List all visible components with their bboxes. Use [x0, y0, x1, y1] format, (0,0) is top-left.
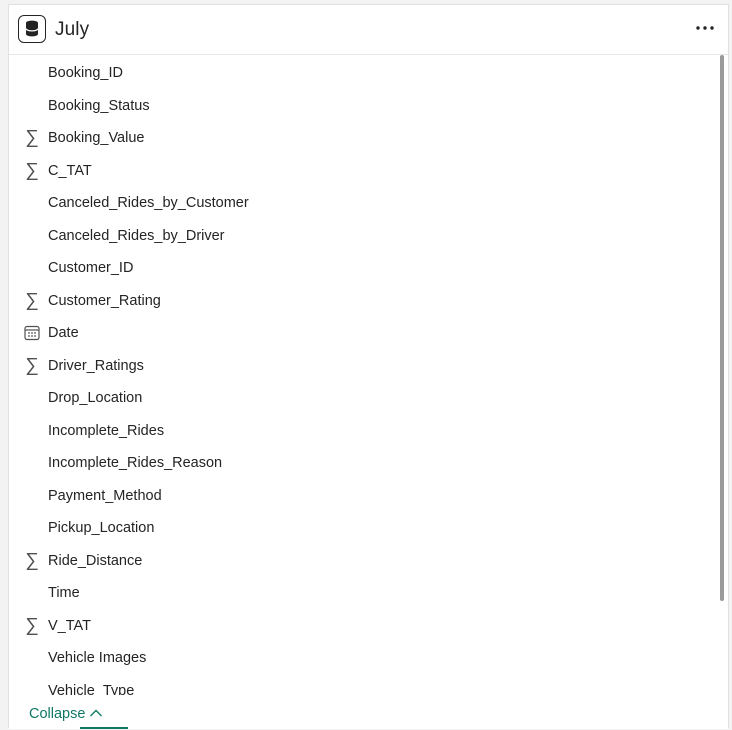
database-table-icon — [18, 15, 46, 43]
field-name: Booking_Status — [48, 97, 150, 114]
field-item[interactable]: Incomplete_Rides — [9, 415, 709, 447]
field-item[interactable]: ∑ Booking_Value — [9, 122, 709, 154]
collapse-focus-underline — [80, 727, 128, 729]
field-name: Drop_Location — [48, 390, 143, 406]
field-name: Incomplete_Rides — [48, 422, 165, 439]
field-name: Booking_Value — [48, 130, 145, 146]
field-icon-placeholder — [23, 519, 41, 537]
field-item[interactable]: ∑ C_TAT — [9, 155, 709, 187]
field-item[interactable]: Vehicle_Type — [9, 675, 709, 696]
field-name: Pickup_Location — [48, 520, 155, 536]
field-item[interactable]: Drop_Location — [9, 382, 709, 414]
field-item[interactable]: Booking_ID — [9, 57, 709, 89]
field-item[interactable]: Canceled_Rides_by_Driver — [9, 220, 709, 252]
field-name: Vehicle_Type — [48, 682, 135, 696]
field-item[interactable]: ∑ Ride_Distance — [9, 545, 709, 577]
scrollbar-thumb[interactable] — [720, 55, 724, 601]
field-item[interactable]: ∑ Driver_Ratings — [9, 350, 709, 382]
field-item[interactable]: Date — [9, 317, 709, 349]
field-name: C_TAT — [48, 162, 92, 179]
field-item[interactable]: Time — [9, 577, 709, 609]
field-item[interactable]: Payment_Method — [9, 480, 709, 512]
scrollbar[interactable] — [719, 55, 725, 695]
field-name: Time — [48, 585, 80, 601]
field-item[interactable]: ∑ V_TAT — [9, 610, 709, 642]
field-name: Incomplete_Rides_Reason — [48, 455, 223, 471]
sigma-icon: ∑ — [25, 354, 39, 376]
field-icon-placeholder — [23, 227, 41, 245]
field-name: Canceled_Rides_by_Driver — [48, 227, 225, 244]
field-item[interactable]: ∑ Customer_Rating — [9, 285, 709, 317]
field-item[interactable]: Vehicle Images — [9, 642, 709, 674]
field-name: V_TAT — [48, 617, 91, 634]
field-icon-placeholder — [23, 649, 41, 667]
field-name: Payment_Method — [48, 487, 162, 504]
field-name: Vehicle Images — [48, 650, 147, 666]
field-icon-placeholder — [23, 389, 41, 407]
table-header[interactable]: July — [9, 5, 728, 55]
field-icon-placeholder — [23, 487, 41, 505]
sigma-icon: ∑ — [25, 159, 39, 181]
field-icon-placeholder — [23, 584, 41, 602]
field-icon-placeholder — [23, 454, 41, 472]
field-icon-placeholder — [23, 194, 41, 212]
field-icon-placeholder — [23, 97, 41, 115]
field-name: Driver_Ratings — [48, 357, 144, 374]
field-icon-placeholder — [23, 682, 41, 696]
field-item[interactable]: Canceled_Rides_by_Customer — [9, 187, 709, 219]
field-name: Date — [48, 325, 79, 341]
sigma-icon: ∑ — [25, 127, 39, 148]
chevron-up-icon[interactable] — [89, 708, 103, 718]
field-icon-placeholder — [23, 64, 41, 82]
table-title: July — [55, 19, 90, 40]
collapse-button[interactable]: Collapse — [29, 706, 85, 722]
field-name: Customer_ID — [48, 260, 134, 276]
field-item[interactable]: Pickup_Location — [9, 512, 709, 544]
sigma-icon: ∑ — [25, 549, 39, 571]
field-item[interactable]: Incomplete_Rides_Reason — [9, 447, 709, 479]
field-icon-placeholder — [23, 259, 41, 277]
sigma-icon: ∑ — [25, 289, 39, 311]
field-name: Customer_Rating — [48, 292, 161, 309]
field-name: Canceled_Rides_by_Customer — [48, 195, 249, 211]
more-options-button[interactable] — [694, 17, 716, 39]
more-options-icon — [696, 26, 714, 30]
footer: Collapse — [9, 699, 728, 729]
fields-pane-table-card: July Booking_ID Booking_Status ∑ Booking_Va… — [8, 4, 729, 729]
field-name: Booking_ID — [48, 65, 123, 81]
field-item[interactable]: Booking_Status — [9, 90, 709, 122]
sigma-icon: ∑ — [25, 614, 39, 636]
field-item[interactable]: Customer_ID — [9, 252, 709, 284]
field-icon-placeholder — [23, 422, 41, 440]
field-name: Ride_Distance — [48, 552, 143, 569]
field-list: Booking_ID Booking_Status ∑ Booking_Value ∑ C… — [9, 55, 714, 695]
calendar-icon — [23, 324, 41, 342]
